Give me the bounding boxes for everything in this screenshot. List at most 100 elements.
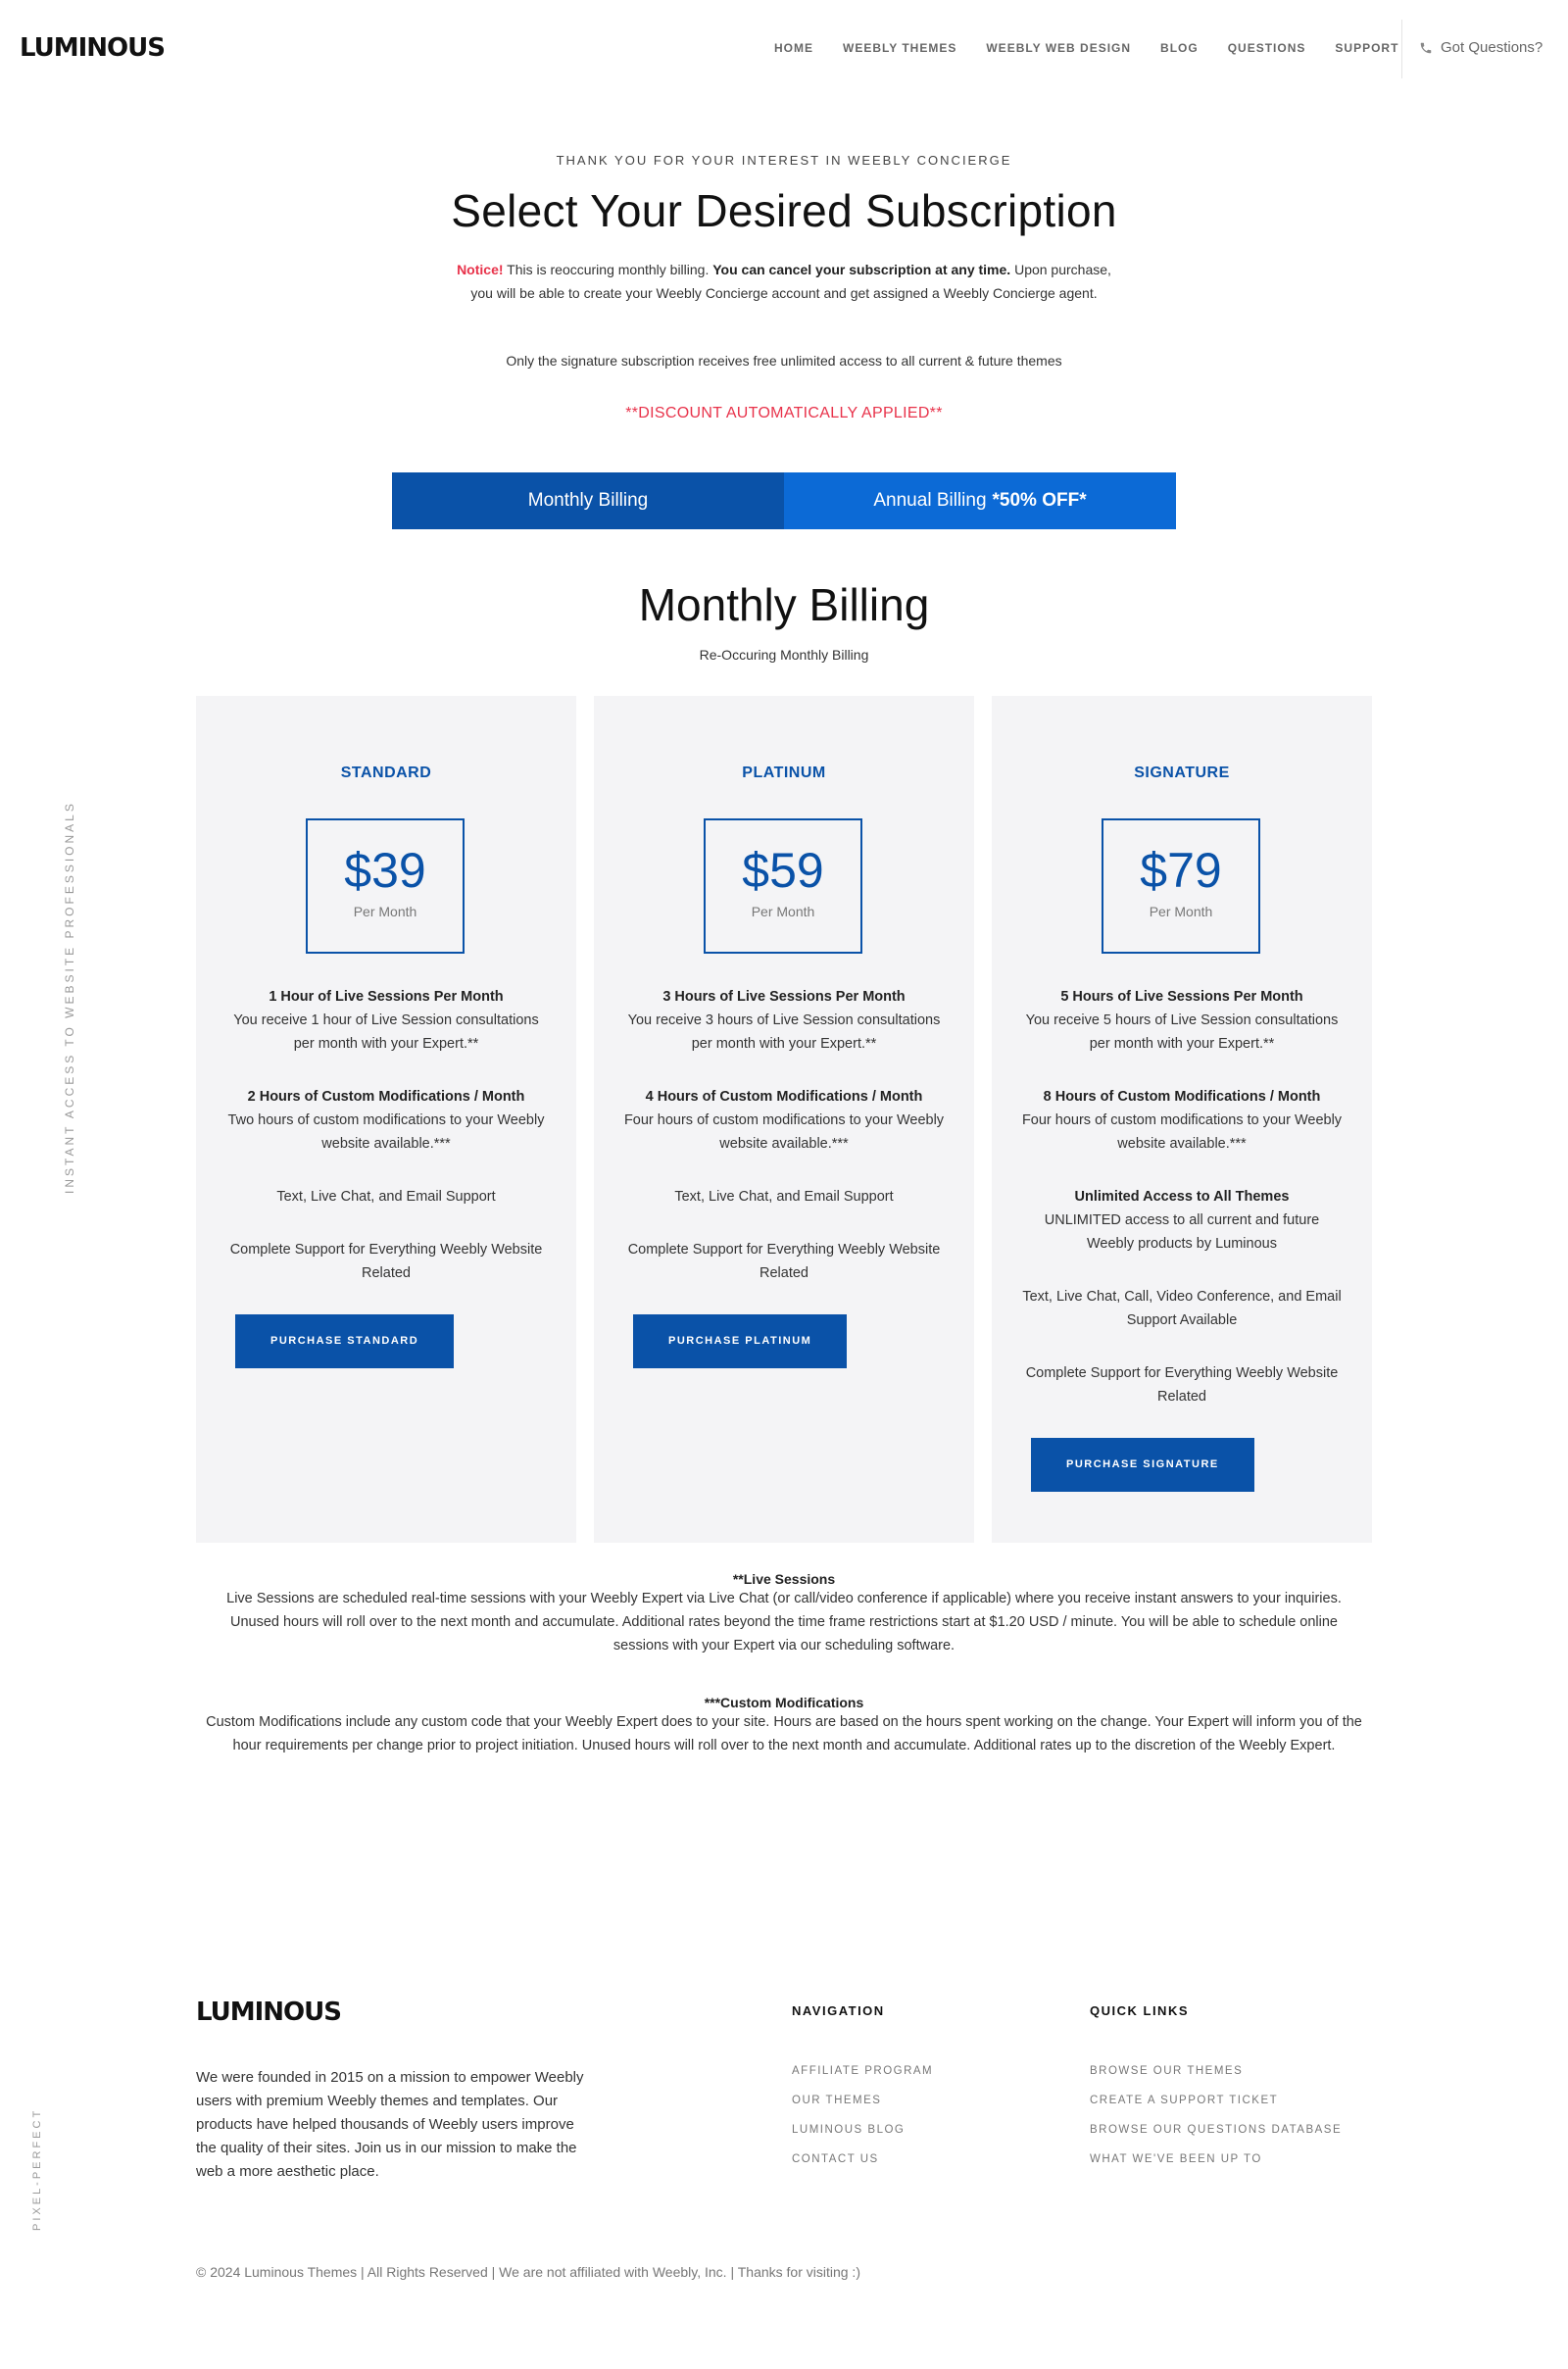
section-subtitle: Re-Occuring Monthly Billing bbox=[699, 647, 869, 663]
feature-title: 2 Hours of Custom Modifications / Month bbox=[247, 1089, 525, 1105]
plan-price: $79 bbox=[1140, 843, 1222, 898]
footnote-text: Custom Modifications include any custom … bbox=[206, 1714, 1362, 1753]
site-logo[interactable]: LUMINOUS bbox=[20, 33, 166, 63]
page-title: Select Your Desired Subscription bbox=[451, 185, 1117, 236]
feature-title: 5 Hours of Live Sessions Per Month bbox=[1060, 989, 1303, 1005]
feature-item: 3 Hours of Live Sessions Per Month You re… bbox=[623, 985, 945, 1056]
footer-nav-heading: NAVIGATION bbox=[792, 2003, 885, 2018]
footer-link-questions-db[interactable]: BROWSE OUR QUESTIONS DATABASE bbox=[1090, 2124, 1342, 2136]
nav-home[interactable]: HOME bbox=[774, 41, 813, 55]
footer-quick-links: QUICK LINKS BROWSE OUR THEMES CREATE A S… bbox=[1090, 2003, 1342, 2183]
side-pixel-perfect: PIXEL-PERFECT bbox=[31, 2107, 43, 2231]
footer-quick-heading: QUICK LINKS bbox=[1090, 2003, 1189, 2018]
purchase-signature-button[interactable]: PURCHASE SIGNATURE bbox=[1031, 1438, 1254, 1492]
feature-item: 4 Hours of Custom Modifications / Month F… bbox=[623, 1085, 945, 1156]
tab-annual-badge: *50% OFF* bbox=[992, 490, 1087, 511]
billing-notice: Notice! This is reoccuring monthly billi… bbox=[451, 258, 1117, 305]
nav-weebly-web-design[interactable]: WEEBLY WEB DESIGN bbox=[986, 41, 1131, 55]
purchase-standard-button[interactable]: PURCHASE STANDARD bbox=[235, 1314, 455, 1368]
plan-period: Per Month bbox=[353, 904, 417, 919]
plan-features: 1 Hour of Live Sessions Per Month You rec… bbox=[225, 985, 547, 1368]
feature-text: Complete Support for Everything Weebly W… bbox=[1025, 1365, 1339, 1405]
footer-link-support-ticket[interactable]: CREATE A SUPPORT TICKET bbox=[1090, 2095, 1342, 2106]
feature-item: 2 Hours of Custom Modifications / Month T… bbox=[225, 1085, 547, 1156]
footer-logo[interactable]: LUMINOUS bbox=[196, 1998, 342, 2027]
plan-features: 3 Hours of Live Sessions Per Month You re… bbox=[623, 985, 945, 1368]
main-nav: HOME WEEBLY THEMES WEEBLY WEB DESIGN BLO… bbox=[774, 41, 1428, 55]
feature-item: 5 Hours of Live Sessions Per Month You re… bbox=[1021, 985, 1343, 1056]
footer-about: We were founded in 2015 on a mission to … bbox=[196, 2069, 584, 2180]
feature-title: 1 Hour of Live Sessions Per Month bbox=[269, 989, 504, 1005]
feature-text: You receive 3 hours of Live Session cons… bbox=[627, 1012, 941, 1052]
tab-monthly-label: Monthly Billing bbox=[527, 490, 649, 511]
plan-period: Per Month bbox=[1149, 904, 1213, 919]
footer-link-our-themes[interactable]: OUR THEMES bbox=[792, 2095, 933, 2106]
copyright: © 2024 Luminous Themes | All Rights Rese… bbox=[196, 2264, 860, 2280]
feature-title: Unlimited Access to All Themes bbox=[1074, 1189, 1290, 1205]
footnote-text: Live Sessions are scheduled real-time se… bbox=[226, 1591, 1342, 1653]
feature-item: Text, Live Chat, and Email Support bbox=[225, 1185, 547, 1209]
plan-card-platinum: PLATINUM $59 Per Month 3 Hours of Live S… bbox=[594, 696, 974, 1543]
plan-period: Per Month bbox=[751, 904, 815, 919]
feature-item: 1 Hour of Live Sessions Per Month You rec… bbox=[225, 985, 547, 1056]
got-questions-link[interactable]: Got Questions? bbox=[1419, 39, 1543, 56]
plan-name: STANDARD bbox=[340, 765, 432, 781]
footer-link-contact[interactable]: CONTACT US bbox=[792, 2153, 933, 2165]
plan-price: $39 bbox=[344, 843, 426, 898]
plan-features: 5 Hours of Live Sessions Per Month You re… bbox=[1021, 985, 1343, 1492]
feature-text: Text, Live Chat, and Email Support bbox=[276, 1189, 496, 1205]
footnote-custom-modifications: ***Custom Modifications Custom Modificat… bbox=[206, 1695, 1362, 1757]
feature-item: Unlimited Access to All Themes UNLIMITED … bbox=[1021, 1185, 1343, 1256]
nav-blog[interactable]: BLOG bbox=[1160, 41, 1199, 55]
notice-bold: You can cancel your subscription at any … bbox=[712, 262, 1011, 277]
plan-card-standard: STANDARD $39 Per Month 1 Hour of Live Se… bbox=[196, 696, 576, 1543]
footer-link-blog[interactable]: LUMINOUS BLOG bbox=[792, 2124, 933, 2136]
feature-item: Text, Live Chat, and Email Support bbox=[623, 1185, 945, 1209]
feature-item: Text, Live Chat, Call, Video Conference,… bbox=[1021, 1285, 1343, 1332]
billing-tabs: Monthly Billing Annual Billing *50% OFF* bbox=[392, 472, 1176, 529]
feature-text: UNLIMITED access to all current and futu… bbox=[1044, 1212, 1320, 1252]
feature-text: Complete Support for Everything Weebly W… bbox=[627, 1242, 941, 1281]
nav-questions[interactable]: QUESTIONS bbox=[1228, 41, 1306, 55]
discount-banner: **DISCOUNT AUTOMATICALLY APPLIED** bbox=[625, 405, 943, 421]
phone-icon bbox=[1420, 42, 1432, 53]
plan-name: SIGNATURE bbox=[1134, 765, 1230, 781]
notice-text-1: This is reoccuring monthly billing. bbox=[507, 262, 710, 277]
feature-item: Complete Support for Everything Weebly W… bbox=[1021, 1361, 1343, 1408]
plan-card-signature: SIGNATURE $79 Per Month 5 Hours of Live … bbox=[992, 696, 1372, 1543]
footnote-title: **Live Sessions bbox=[732, 1571, 836, 1587]
nav-weebly-themes[interactable]: WEEBLY THEMES bbox=[843, 41, 956, 55]
signature-note: Only the signature subscription receives… bbox=[506, 353, 1062, 369]
feature-title: 3 Hours of Live Sessions Per Month bbox=[662, 989, 906, 1005]
header-divider bbox=[1401, 20, 1402, 78]
price-box: $39 Per Month bbox=[306, 818, 465, 954]
footer-link-whats-new[interactable]: WHAT WE'VE BEEN UP TO bbox=[1090, 2153, 1342, 2165]
feature-text: You receive 5 hours of Live Session cons… bbox=[1025, 1012, 1339, 1052]
feature-item: Complete Support for Everything Weebly W… bbox=[623, 1238, 945, 1285]
plan-price: $59 bbox=[742, 843, 824, 898]
feature-text: Complete Support for Everything Weebly W… bbox=[229, 1242, 543, 1281]
feature-text: You receive 1 hour of Live Session consu… bbox=[233, 1012, 539, 1052]
tab-annual-billing[interactable]: Annual Billing *50% OFF* bbox=[784, 472, 1176, 529]
notice-label: Notice! bbox=[457, 262, 504, 277]
feature-text: Text, Live Chat, Call, Video Conference,… bbox=[1022, 1289, 1342, 1328]
footer-navigation: NAVIGATION AFFILIATE PROGRAM OUR THEMES … bbox=[792, 2003, 933, 2183]
footer-link-browse-themes[interactable]: BROWSE OUR THEMES bbox=[1090, 2065, 1342, 2077]
footnote-live-sessions: **Live Sessions Live Sessions are schedu… bbox=[206, 1571, 1362, 1657]
price-box: $59 Per Month bbox=[704, 818, 862, 954]
tab-monthly-billing[interactable]: Monthly Billing bbox=[392, 472, 784, 529]
intro-kicker: THANK YOU FOR YOUR INTEREST IN WEEBLY CO… bbox=[556, 153, 1012, 168]
nav-support[interactable]: SUPPORT bbox=[1335, 41, 1398, 55]
plan-name: PLATINUM bbox=[742, 765, 826, 781]
feature-title: 4 Hours of Custom Modifications / Month bbox=[645, 1089, 923, 1105]
site-header: LUMINOUS HOME WEEBLY THEMES WEEBLY WEB D… bbox=[0, 0, 1568, 98]
section-title: Monthly Billing bbox=[638, 579, 930, 630]
purchase-platinum-button[interactable]: PURCHASE PLATINUM bbox=[633, 1314, 848, 1368]
price-box: $79 Per Month bbox=[1102, 818, 1260, 954]
feature-text: Two hours of custom modifications to you… bbox=[227, 1112, 545, 1152]
footer-link-affiliate[interactable]: AFFILIATE PROGRAM bbox=[792, 2065, 933, 2077]
feature-text: Four hours of custom modifications to yo… bbox=[623, 1112, 945, 1152]
feature-item: 8 Hours of Custom Modifications / Month F… bbox=[1021, 1085, 1343, 1156]
tab-annual-label: Annual Billing bbox=[873, 490, 987, 511]
feature-title: 8 Hours of Custom Modifications / Month bbox=[1043, 1089, 1321, 1105]
